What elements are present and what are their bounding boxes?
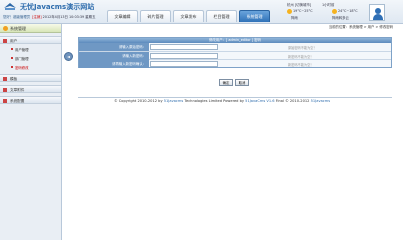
avatar[interactable] bbox=[369, 4, 385, 21]
old-password-field[interactable] bbox=[150, 44, 218, 50]
submit-button[interactable]: 确定 bbox=[219, 79, 233, 86]
footer-powered-link[interactable]: 51JavaCms V1.6 bbox=[245, 99, 274, 103]
sidebar-title-icon bbox=[3, 26, 8, 31]
sidebar-title: 系统管理 bbox=[0, 24, 61, 33]
collapse-sidebar-icon[interactable] bbox=[64, 52, 73, 61]
divider bbox=[78, 97, 392, 98]
weather-today-desc: 阵雨 bbox=[291, 16, 298, 20]
folder-icon bbox=[3, 88, 7, 92]
weather-updated: 1小时前 bbox=[322, 3, 335, 7]
sidebar-group-template[interactable]: 模板 bbox=[0, 74, 61, 82]
confirm-password-hint: 新密码不能为空！ bbox=[288, 63, 314, 67]
folder-icon bbox=[3, 39, 7, 43]
weather-tomorrow-temp: 24°C~18°C bbox=[338, 9, 358, 13]
weather-today-temp: 19°C~25°C bbox=[293, 9, 313, 13]
cancel-button[interactable]: 取消 bbox=[235, 79, 249, 86]
datetime: 2012年4月13日 10:03:39 星期五 bbox=[42, 15, 96, 19]
weather-city[interactable]: 杭州 [切换城市] bbox=[287, 2, 311, 7]
breadcrumb: 当前的位置：系统管理 > 用户 > 修改密码 bbox=[328, 25, 393, 29]
footer: © Copyright 2010-2012 by 51Javacms Techn… bbox=[114, 99, 331, 103]
weather-tomorrow-desc: 阵雨转多云 bbox=[332, 16, 349, 20]
user-greeting: 您好！超级管理员 bbox=[3, 15, 31, 19]
sidebar-group-user[interactable]: 用户 bbox=[0, 36, 61, 44]
sidebar-item-password-change[interactable]: 密码修改 bbox=[0, 62, 61, 71]
folder-icon bbox=[3, 77, 7, 81]
new-password-hint: 新密码不能为空！ bbox=[288, 54, 314, 59]
sidebar-item-user-manage[interactable]: 用户管理 bbox=[0, 44, 61, 53]
confirm-password-field[interactable] bbox=[150, 61, 218, 67]
old-password-row: 请输入原始密码： 原始密码不能为空！ bbox=[79, 43, 391, 52]
user-info: 您好！超级管理员 [注销] 2012年4月13日 10:03:39 星期五 bbox=[3, 14, 95, 19]
cloud-icon bbox=[332, 9, 337, 14]
new-password-label: 请输入新密码： bbox=[79, 51, 149, 60]
sidebar-group-attachments[interactable]: 文章附件 bbox=[0, 85, 61, 93]
tab-article-publish[interactable]: 文章发布 bbox=[173, 10, 204, 22]
logo-icon bbox=[4, 3, 16, 10]
old-password-label: 请输入原始密码： bbox=[79, 43, 149, 51]
sun-icon bbox=[287, 9, 292, 14]
footer-brand-link[interactable]: 51Javacms bbox=[164, 99, 184, 103]
sidebar-group-config[interactable]: 系统配置 bbox=[0, 96, 61, 104]
new-password-row: 请输入新密码： 新密码不能为空！ bbox=[79, 51, 391, 60]
bullet-icon bbox=[11, 56, 13, 59]
sidebar: 系统管理 用户 用户管理 部门管理 密码修改 模板 文章附件 系统配置 bbox=[0, 24, 62, 240]
sidebar-item-dept-manage[interactable]: 部门管理 bbox=[0, 53, 61, 62]
footer-brand-link-2[interactable]: 51Javacms bbox=[311, 99, 331, 103]
confirm-password-row: 请再输入新密码确认： 新密码不能为空！ bbox=[79, 60, 391, 69]
bullet-icon bbox=[11, 47, 13, 50]
site-title: 无忧Javacms演示网站 bbox=[20, 3, 95, 11]
folder-icon bbox=[3, 99, 7, 103]
tab-column-manage[interactable]: 栏目管理 bbox=[206, 10, 237, 22]
change-password-form: 修改用户：[ admin_editor ] 密码 请输入原始密码： 原始密码不能… bbox=[78, 37, 392, 68]
tab-system-manage[interactable]: 系统管理 bbox=[239, 10, 270, 22]
form-buttons: 确定 取消 bbox=[219, 79, 249, 86]
new-password-field[interactable] bbox=[150, 52, 218, 59]
confirm-password-label: 请再输入新密码确认： bbox=[79, 60, 149, 68]
tab-article-edit[interactable]: 文章编辑 bbox=[107, 10, 138, 22]
old-password-hint: 原始密码不能为空！ bbox=[288, 46, 317, 50]
logout-link[interactable]: [注销] bbox=[32, 15, 41, 19]
main-nav: 文章编辑 碎片管理 文章发布 栏目管理 系统管理 bbox=[107, 10, 270, 22]
header: 无忧Javacms演示网站 您好！超级管理员 [注销] 2012年4月13日 10… bbox=[0, 0, 403, 24]
bullet-icon bbox=[11, 65, 13, 68]
tab-fragment-manage[interactable]: 碎片管理 bbox=[140, 10, 171, 22]
